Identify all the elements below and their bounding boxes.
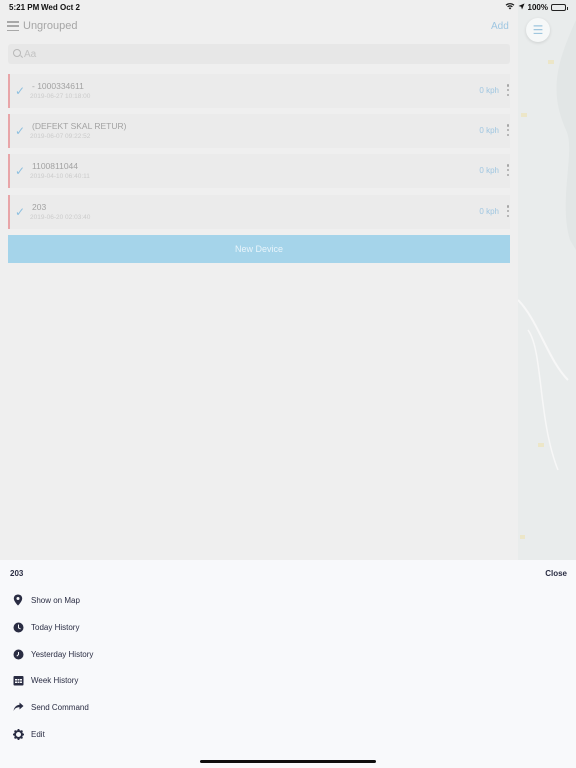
device-row[interactable]: ✓ 1100811044 2019-04-10 06:40:11 0 kph (8, 154, 510, 188)
map-pin-icon (12, 594, 24, 606)
close-button[interactable]: Close (545, 569, 567, 578)
action-edit[interactable]: Edit (12, 726, 45, 742)
action-yesterday-history[interactable]: Yesterday History (12, 646, 93, 662)
battery-icon (551, 3, 568, 11)
device-row[interactable]: ✓ (DEFEKT SKAL RETUR) 2019-06-07 09:22:5… (8, 114, 510, 148)
gear-icon (12, 728, 24, 740)
action-sheet: 203 Close Show on Map Today History Yest… (0, 560, 576, 768)
hamburger-menu-icon[interactable] (7, 21, 19, 31)
device-timestamp: 2019-06-20 02:03:40 (30, 214, 91, 221)
search-icon (13, 49, 21, 57)
device-name: (DEFEKT SKAL RETUR) (32, 121, 127, 131)
action-label: Show on Map (31, 595, 80, 605)
action-week-history[interactable]: Week History (12, 672, 78, 688)
more-options-icon[interactable] (506, 205, 510, 217)
more-options-icon[interactable] (506, 84, 510, 96)
device-timestamp: 2019-06-07 09:22:52 (30, 133, 91, 140)
device-speed: 0 kph (479, 207, 499, 216)
device-name: - 1000334611 (32, 81, 84, 91)
status-indicator (8, 154, 10, 188)
battery-percent: 100% (527, 2, 548, 12)
action-send-command[interactable]: Send Command (12, 699, 89, 715)
sheet-title: 203 (10, 569, 24, 578)
add-button[interactable]: Add (491, 21, 509, 32)
action-label: Week History (31, 675, 79, 685)
history-icon (12, 648, 24, 660)
device-row[interactable]: ✓ 203 2019-06-20 02:03:40 0 kph (8, 195, 510, 229)
share-arrow-icon (12, 701, 24, 713)
checkmark-icon[interactable]: ✓ (15, 205, 25, 219)
action-show-on-map[interactable]: Show on Map (12, 592, 80, 608)
checkmark-icon[interactable]: ✓ (15, 124, 25, 138)
action-label: Edit (31, 729, 45, 739)
device-timestamp: 2019-04-10 06:40:11 (30, 173, 90, 180)
status-bar: 5:21 PM Wed Oct 2 100% (0, 0, 576, 14)
search-input[interactable] (24, 44, 504, 64)
checkmark-icon[interactable]: ✓ (15, 84, 25, 98)
device-name: 1100811044 (32, 161, 79, 171)
status-indicator (8, 195, 10, 229)
action-today-history[interactable]: Today History (12, 619, 79, 635)
action-label: Send Command (31, 702, 89, 712)
device-speed: 0 kph (479, 86, 499, 95)
device-speed: 0 kph (479, 126, 499, 135)
more-options-icon[interactable] (506, 164, 510, 176)
list-icon: ☰ (532, 23, 544, 37)
search-bar[interactable] (8, 44, 510, 64)
status-time: 5:21 PM (9, 3, 40, 12)
more-options-icon[interactable] (506, 124, 510, 136)
device-row[interactable]: ✓ - 1000334611 2019-06-27 10:18:00 0 kph (8, 74, 510, 108)
action-label: Today History (31, 622, 80, 632)
home-indicator[interactable] (200, 760, 376, 763)
device-speed: 0 kph (479, 166, 499, 175)
status-indicator (8, 114, 10, 148)
clock-icon (12, 621, 24, 633)
device-name: 203 (32, 202, 47, 212)
device-timestamp: 2019-06-27 10:18:00 (30, 93, 91, 100)
checkmark-icon[interactable]: ✓ (15, 164, 25, 178)
group-title: Ungrouped (23, 20, 78, 32)
status-indicator (8, 74, 10, 108)
map-menu-button[interactable]: ☰ (526, 18, 550, 42)
new-device-button[interactable]: New Device (8, 235, 510, 263)
map-view[interactable] (518, 0, 576, 560)
wifi-icon (505, 2, 515, 12)
location-arrow-icon (518, 3, 525, 12)
action-label: Yesterday History (31, 649, 94, 659)
calendar-icon (12, 674, 24, 686)
status-date: Wed Oct 2 (41, 3, 80, 12)
